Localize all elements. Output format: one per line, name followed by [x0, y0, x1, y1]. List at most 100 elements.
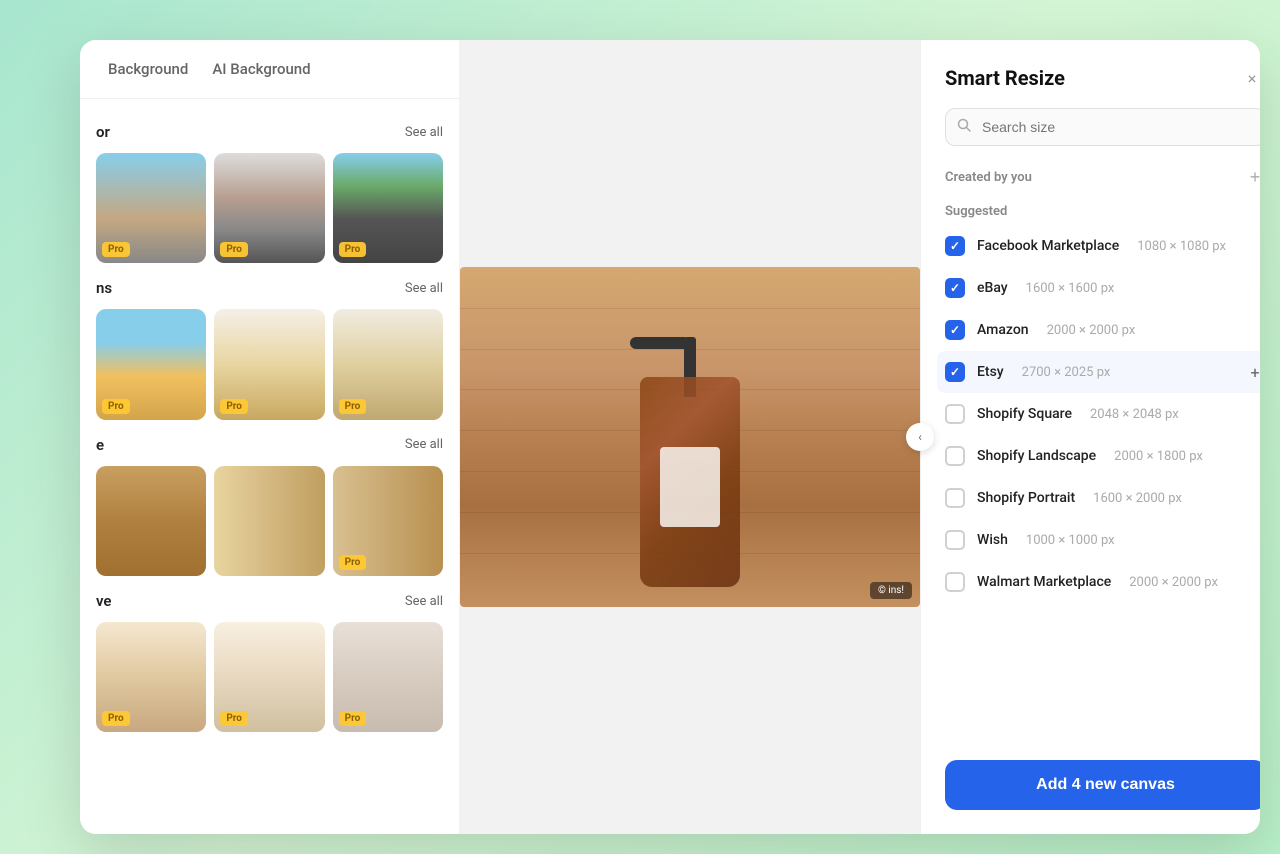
- checkbox-shopify-portrait[interactable]: [945, 488, 965, 508]
- add-canvas-button[interactable]: Add 4 new canvas: [945, 760, 1260, 810]
- resize-item-amazon[interactable]: Amazon 2000 × 2000 px: [945, 309, 1260, 351]
- checkbox-facebook[interactable]: [945, 236, 965, 256]
- product-bottle: [625, 337, 755, 587]
- checkbox-ebay[interactable]: [945, 278, 965, 298]
- section-textures-see-all[interactable]: See all: [405, 437, 443, 452]
- item-name-ebay: eBay: [977, 280, 1008, 296]
- resize-item-walmart[interactable]: Walmart Marketplace 2000 × 2000 px: [945, 561, 1260, 603]
- created-by-you-label: Created by you +: [921, 162, 1260, 196]
- bottle-pump-head: [630, 337, 690, 349]
- thumb-arch3[interactable]: Pro: [333, 309, 443, 419]
- item-size-wish: 1000 × 1000 px: [1026, 533, 1115, 548]
- section-patterns-header: ns See all: [96, 279, 443, 297]
- panel-title: Smart Resize: [945, 66, 1065, 90]
- item-size-shopify-portrait: 1600 × 2000 px: [1093, 491, 1182, 506]
- panel-footer: Add 4 new canvas: [921, 744, 1260, 834]
- section-patterns-title: ns: [96, 279, 112, 297]
- pro-badge: Pro: [102, 711, 130, 726]
- section-textures-header: e See all: [96, 436, 443, 454]
- pro-badge: Pro: [220, 711, 248, 726]
- item-size-shopify-square: 2048 × 2048 px: [1090, 407, 1179, 422]
- thumb-room3[interactable]: Pro: [333, 622, 443, 732]
- item-name-etsy: Etsy: [977, 364, 1004, 380]
- pro-badge: Pro: [339, 555, 367, 570]
- pro-badge: Pro: [102, 242, 130, 257]
- search-icon: [957, 118, 971, 136]
- item-size-facebook: 1080 × 1080 px: [1137, 239, 1226, 254]
- item-size-etsy: 2700 × 2025 px: [1022, 365, 1111, 380]
- collapse-button[interactable]: ‹: [906, 423, 934, 451]
- thumb-arch1[interactable]: Pro: [96, 309, 206, 419]
- section-color-see-all[interactable]: See all: [405, 125, 443, 140]
- bottle-body: [640, 377, 740, 587]
- thumb-room2[interactable]: Pro: [214, 622, 324, 732]
- image-grid-color: Pro Pro Pro: [96, 153, 443, 263]
- suggested-label: Suggested: [921, 196, 1260, 225]
- watermark: © ins!: [870, 582, 912, 599]
- pro-badge: Pro: [339, 399, 367, 414]
- checkbox-etsy[interactable]: [945, 362, 965, 382]
- resize-item-shopify-portrait[interactable]: Shopify Portrait 1600 × 2000 px: [945, 477, 1260, 519]
- item-name-wish: Wish: [977, 532, 1008, 548]
- section-patterns-see-all[interactable]: See all: [405, 281, 443, 296]
- tab-background[interactable]: Background: [96, 40, 200, 98]
- resize-item-etsy[interactable]: Etsy 2700 × 2025 px +: [937, 351, 1260, 393]
- resize-item-wish[interactable]: Wish 1000 × 1000 px: [945, 519, 1260, 561]
- sidebar: Background AI Background or See all Pro …: [80, 40, 460, 834]
- thumb-arch2[interactable]: Pro: [214, 309, 324, 419]
- section-textures-title: e: [96, 436, 104, 454]
- image-grid-patterns: Pro Pro Pro: [96, 309, 443, 419]
- resize-item-ebay[interactable]: eBay 1600 × 1600 px: [945, 267, 1260, 309]
- image-grid-rooms: Pro Pro Pro: [96, 622, 443, 732]
- search-input[interactable]: [945, 108, 1260, 146]
- app-window: Background AI Background or See all Pro …: [80, 40, 1260, 834]
- thumb-wood3[interactable]: Pro: [333, 466, 443, 576]
- tab-ai-background[interactable]: AI Background: [200, 40, 322, 98]
- canvas-area: © ins! ‹: [460, 40, 920, 834]
- canvas-image: © ins!: [460, 267, 920, 607]
- image-grid-textures: Pro: [96, 466, 443, 576]
- sidebar-content: or See all Pro Pro Pro ns See all: [80, 99, 459, 834]
- thumb-room1[interactable]: Pro: [96, 622, 206, 732]
- smart-resize-panel: Smart Resize × Created by you + Suggeste…: [920, 40, 1260, 834]
- section-color-header: or See all: [96, 123, 443, 141]
- thumb-wood1[interactable]: [96, 466, 206, 576]
- section-color-title: or: [96, 123, 110, 141]
- pro-badge: Pro: [220, 399, 248, 414]
- add-created-by-you-button[interactable]: +: [1244, 166, 1260, 188]
- resize-item-shopify-square[interactable]: Shopify Square 2048 × 2048 px: [945, 393, 1260, 435]
- checkbox-walmart[interactable]: [945, 572, 965, 592]
- item-size-shopify-landscape: 2000 × 1800 px: [1114, 449, 1203, 464]
- resize-list: Facebook Marketplace 1080 × 1080 px eBay…: [921, 225, 1260, 744]
- item-name-facebook: Facebook Marketplace: [977, 238, 1119, 254]
- pro-badge: Pro: [339, 242, 367, 257]
- item-name-walmart: Walmart Marketplace: [977, 574, 1111, 590]
- item-size-ebay: 1600 × 1600 px: [1026, 281, 1115, 296]
- thumb-city[interactable]: Pro: [96, 153, 206, 263]
- thumb-road[interactable]: Pro: [333, 153, 443, 263]
- item-name-shopify-landscape: Shopify Landscape: [977, 448, 1096, 464]
- section-rooms-see-all[interactable]: See all: [405, 594, 443, 609]
- checkbox-wish[interactable]: [945, 530, 965, 550]
- pro-badge: Pro: [102, 399, 130, 414]
- checkbox-shopify-square[interactable]: [945, 404, 965, 424]
- item-name-shopify-square: Shopify Square: [977, 406, 1072, 422]
- item-name-shopify-portrait: Shopify Portrait: [977, 490, 1075, 506]
- item-name-amazon: Amazon: [977, 322, 1029, 338]
- checkbox-shopify-landscape[interactable]: [945, 446, 965, 466]
- section-rooms-title: ve: [96, 592, 112, 610]
- checkbox-amazon[interactable]: [945, 320, 965, 340]
- pro-badge: Pro: [339, 711, 367, 726]
- search-box: [945, 108, 1260, 146]
- resize-item-shopify-landscape[interactable]: Shopify Landscape 2000 × 1800 px: [945, 435, 1260, 477]
- panel-header: Smart Resize ×: [921, 40, 1260, 108]
- close-button[interactable]: ×: [1238, 64, 1260, 92]
- section-rooms-header: ve See all: [96, 592, 443, 610]
- item-size-walmart: 2000 × 2000 px: [1129, 575, 1218, 590]
- thumb-paris[interactable]: Pro: [214, 153, 324, 263]
- thumb-wood2[interactable]: [214, 466, 324, 576]
- item-size-amazon: 2000 × 2000 px: [1047, 323, 1136, 338]
- etsy-add-button[interactable]: +: [1244, 361, 1260, 383]
- resize-item-facebook[interactable]: Facebook Marketplace 1080 × 1080 px: [945, 225, 1260, 267]
- sidebar-tabs: Background AI Background: [80, 40, 459, 99]
